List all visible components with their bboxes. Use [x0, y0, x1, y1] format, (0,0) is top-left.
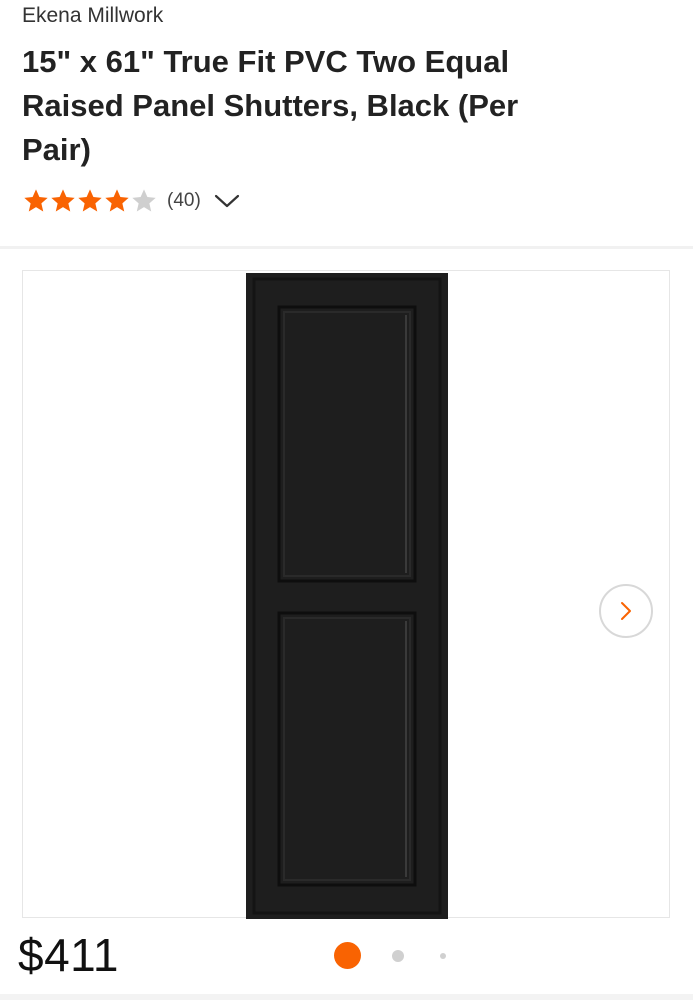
star-icon	[105, 189, 129, 212]
bottom-bar	[0, 994, 693, 1000]
pagination-dot[interactable]	[392, 950, 404, 962]
star-icon	[78, 189, 102, 212]
gallery-pagination	[334, 942, 464, 972]
next-image-button[interactable]	[599, 584, 653, 638]
product-title: 15" x 61" True Fit PVC Two Equal Raised …	[22, 44, 519, 167]
pagination-dot[interactable]	[334, 942, 361, 969]
star-icon	[51, 189, 75, 212]
brand-name[interactable]: Ekena Millwork	[22, 4, 163, 28]
star-rating	[22, 187, 157, 215]
chevron-down-icon[interactable]	[213, 191, 241, 211]
star-icon	[132, 189, 156, 212]
product-image-shutter	[246, 273, 448, 919]
product-image-gallery[interactable]	[22, 270, 670, 919]
pagination-dot[interactable]	[440, 953, 446, 959]
chevron-right-icon	[621, 602, 631, 620]
review-count[interactable]: (40)	[167, 190, 201, 212]
section-divider	[0, 246, 693, 249]
product-price: $411	[18, 929, 119, 981]
rating-summary[interactable]: (40)	[22, 184, 241, 218]
star-icon	[24, 189, 48, 212]
